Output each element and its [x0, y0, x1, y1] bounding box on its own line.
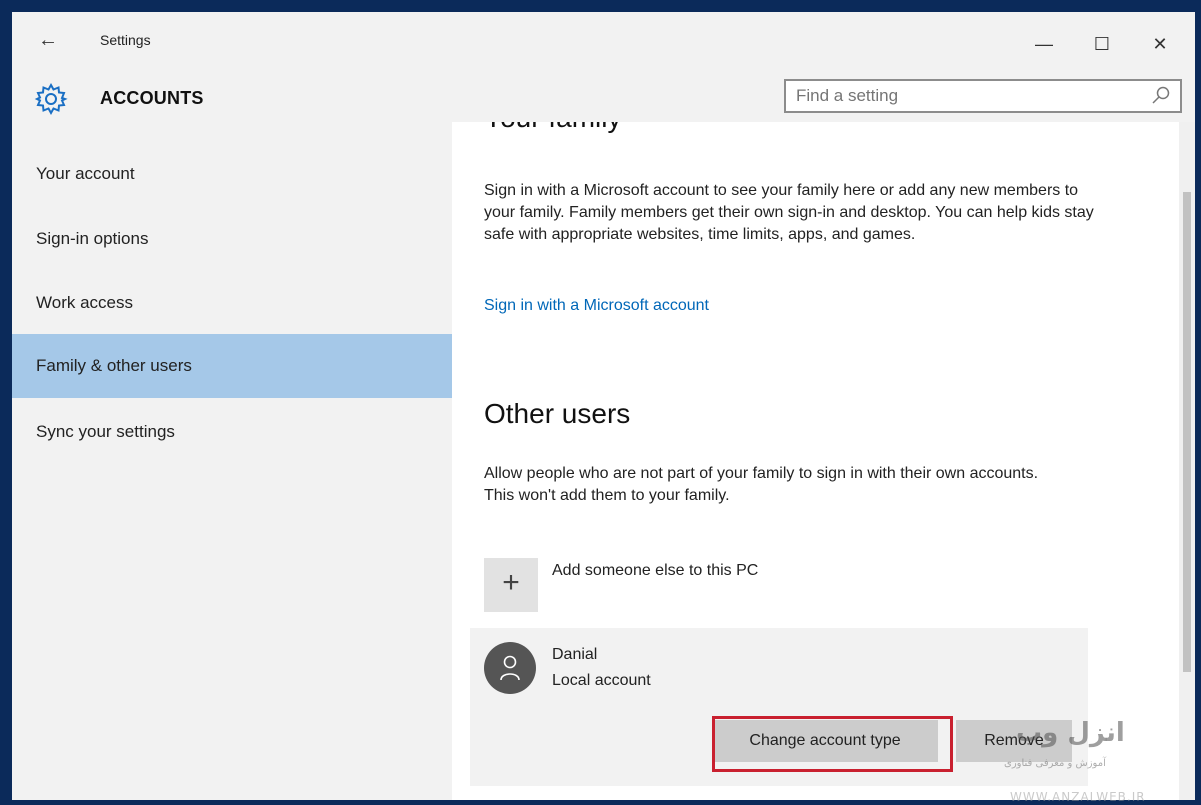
settings-window: ← Settings — ☐ ✕ ACCOUNTS Your account S…: [12, 12, 1195, 800]
search-box[interactable]: [784, 79, 1182, 113]
add-user-label[interactable]: Add someone else to this PC: [552, 562, 758, 580]
section-title: ACCOUNTS: [100, 88, 204, 108]
sidebar: Your account Sign-in options Work access…: [12, 122, 452, 800]
scrollbar-thumb[interactable]: [1183, 192, 1191, 672]
other-users-description: Allow people who are not part of your fa…: [484, 465, 1039, 504]
sidebar-item-sign-in-options[interactable]: Sign-in options: [12, 207, 452, 271]
user-account-type: Local account: [552, 672, 651, 689]
other-users-heading: Other users: [484, 398, 631, 429]
gear-icon: [34, 82, 68, 116]
search-icon[interactable]: [1150, 85, 1172, 107]
add-user-button[interactable]: +: [484, 558, 538, 612]
title-bar: ← Settings — ☐ ✕: [12, 12, 1195, 74]
content-pane: Your family Sign in with a Microsoft acc…: [452, 122, 1195, 800]
avatar: [484, 642, 536, 694]
sidebar-item-your-account[interactable]: Your account: [12, 142, 452, 206]
minimize-button[interactable]: —: [1024, 24, 1064, 64]
sidebar-item-sync-settings[interactable]: Sync your settings: [12, 400, 452, 464]
back-arrow-icon[interactable]: ←: [34, 26, 62, 54]
close-button[interactable]: ✕: [1140, 24, 1180, 64]
maximize-button[interactable]: ☐: [1082, 24, 1122, 64]
scrollbar[interactable]: [1179, 122, 1195, 800]
remove-button[interactable]: Remove: [956, 720, 1072, 762]
plus-icon: +: [502, 566, 520, 599]
search-input[interactable]: [786, 81, 1126, 111]
window-title: Settings: [100, 32, 151, 48]
sidebar-item-work-access[interactable]: Work access: [12, 271, 452, 335]
family-heading: Your family: [484, 122, 621, 134]
sidebar-item-family-other-users[interactable]: Family & other users: [12, 334, 452, 398]
highlight-box: [712, 716, 953, 772]
microsoft-sign-in-link[interactable]: Sign in with a Microsoft account: [484, 297, 709, 315]
person-icon: [500, 655, 520, 681]
page-header: ACCOUNTS: [12, 74, 1195, 122]
user-name: Danial: [552, 646, 598, 663]
family-description: Sign in with a Microsoft account to see …: [484, 182, 1094, 243]
